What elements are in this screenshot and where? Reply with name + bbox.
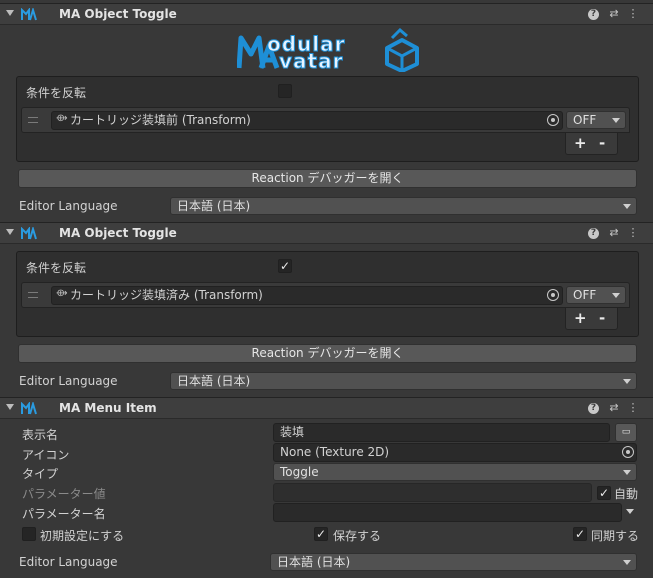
component-title: MA Object Toggle (59, 226, 177, 240)
invert-checkbox[interactable]: ✓ (278, 259, 292, 273)
object-field[interactable]: カートリッジ装填前 (Transform) (51, 111, 563, 130)
auto-label: 自動 (614, 487, 639, 501)
state-dropdown[interactable]: OFF (566, 111, 626, 129)
transform-icon: ⟴ (56, 288, 68, 299)
component-title: MA Menu Item (59, 401, 157, 415)
foldout-arrow-icon[interactable] (6, 404, 14, 410)
editor-language-dropdown[interactable]: 日本語 (日本) (270, 553, 637, 571)
editor-language-dropdown[interactable]: 日本語 (日本) (170, 197, 637, 215)
object-name: カートリッジ装填済み (Transform) (70, 288, 263, 302)
remove-button[interactable]: - (599, 134, 605, 152)
editor-language-dropdown[interactable]: 日本語 (日本) (170, 372, 637, 390)
synced-checkbox[interactable]: ✓ (573, 527, 587, 541)
modular-avatar-logo: odular vatar (236, 27, 421, 74)
parameter-name-field[interactable] (273, 503, 622, 522)
reaction-debugger-button[interactable]: Reaction デバッガーを開く (18, 344, 637, 363)
synced-label: 同期する (591, 529, 640, 543)
parameter-name-label: パラメーター名 (22, 507, 106, 521)
editor-language-label: Editor Language (19, 374, 118, 388)
foldout-arrow-icon[interactable] (6, 10, 14, 16)
saved-checkbox[interactable]: ✓ (314, 527, 328, 541)
type-value: Toggle (280, 465, 319, 479)
state-value: OFF (573, 288, 597, 302)
object-name: カートリッジ装填前 (Transform) (70, 113, 251, 127)
state-value: OFF (573, 113, 597, 127)
icon-label: アイコン (22, 448, 70, 462)
modular-avatar-icon (21, 227, 37, 240)
add-button[interactable]: + (574, 309, 587, 327)
more-options-icon[interactable]: ⋮ (626, 7, 640, 21)
type-dropdown[interactable]: Toggle (273, 463, 637, 481)
add-button[interactable]: + (574, 134, 587, 152)
chevron-down-icon (623, 560, 631, 565)
component-header-object-toggle-1[interactable]: MA Object Toggle ? ⇄ ⋮ (0, 3, 653, 25)
saved-label: 保存する (333, 529, 382, 543)
more-options-icon[interactable]: ⋮ (626, 226, 640, 240)
transform-icon: ⟴ (56, 113, 68, 124)
logo-text-line2: vatar (278, 49, 344, 74)
state-dropdown[interactable]: OFF (566, 286, 626, 304)
object-picker-icon[interactable] (547, 289, 559, 301)
chevron-down-icon (623, 204, 631, 209)
chevron-down-icon (623, 379, 631, 384)
icon-value: None (Texture 2D) (280, 445, 390, 459)
help-icon[interactable]: ? (588, 9, 599, 20)
invert-label: 条件を反転 (26, 86, 87, 100)
parameter-dropdown-icon[interactable] (626, 509, 634, 514)
display-name-label: 表示名 (22, 428, 59, 442)
object-picker-icon[interactable] (547, 114, 559, 126)
modular-avatar-icon (21, 402, 37, 415)
preset-icon[interactable]: ⇄ (607, 401, 621, 415)
component-header-object-toggle-2[interactable]: MA Object Toggle ? ⇄ ⋮ (0, 222, 653, 244)
editor-language-label: Editor Language (19, 199, 118, 213)
preset-icon[interactable]: ⇄ (607, 226, 621, 240)
component-title: MA Object Toggle (59, 7, 177, 21)
drag-handle-icon[interactable] (28, 117, 38, 123)
language-value: 日本語 (日本) (277, 555, 351, 569)
object-picker-icon[interactable] (622, 446, 634, 458)
display-name-field[interactable]: 装填 (273, 423, 610, 442)
more-options-icon[interactable]: ⋮ (626, 401, 640, 415)
language-value: 日本語 (日本) (177, 199, 251, 213)
drag-handle-icon[interactable] (28, 292, 38, 298)
language-value: 日本語 (日本) (177, 374, 251, 388)
chevron-down-icon (612, 293, 620, 298)
parameter-value-field[interactable] (273, 483, 592, 502)
modular-avatar-icon (21, 8, 37, 21)
type-label: タイプ (22, 467, 59, 481)
add-remove-bar: + - (565, 133, 618, 155)
default-label: 初期設定にする (40, 529, 125, 543)
invert-label: 条件を反転 (26, 261, 87, 275)
help-icon[interactable]: ? (588, 228, 599, 239)
icon-field[interactable]: None (Texture 2D) (273, 443, 637, 462)
help-icon[interactable]: ? (588, 403, 599, 414)
reaction-debugger-button[interactable]: Reaction デバッガーを開く (18, 169, 637, 188)
chevron-down-icon (612, 118, 620, 123)
chevron-down-icon (623, 470, 631, 475)
foldout-arrow-icon[interactable] (6, 229, 14, 235)
editor-language-label: Editor Language (19, 555, 118, 569)
component-header-menu-item[interactable]: MA Menu Item ? ⇄ ⋮ (0, 397, 653, 419)
auto-checkbox[interactable]: ✓ (597, 486, 611, 500)
remove-button[interactable]: - (599, 309, 605, 327)
default-checkbox[interactable] (22, 527, 36, 541)
invert-checkbox[interactable] (278, 84, 292, 98)
add-remove-bar: + - (565, 308, 618, 330)
preset-icon[interactable]: ⇄ (607, 7, 621, 21)
edit-name-icon[interactable]: ▭ (615, 423, 637, 442)
parameter-value-label: パラメーター値 (22, 487, 106, 501)
object-field[interactable]: カートリッジ装填済み (Transform) (51, 286, 563, 305)
